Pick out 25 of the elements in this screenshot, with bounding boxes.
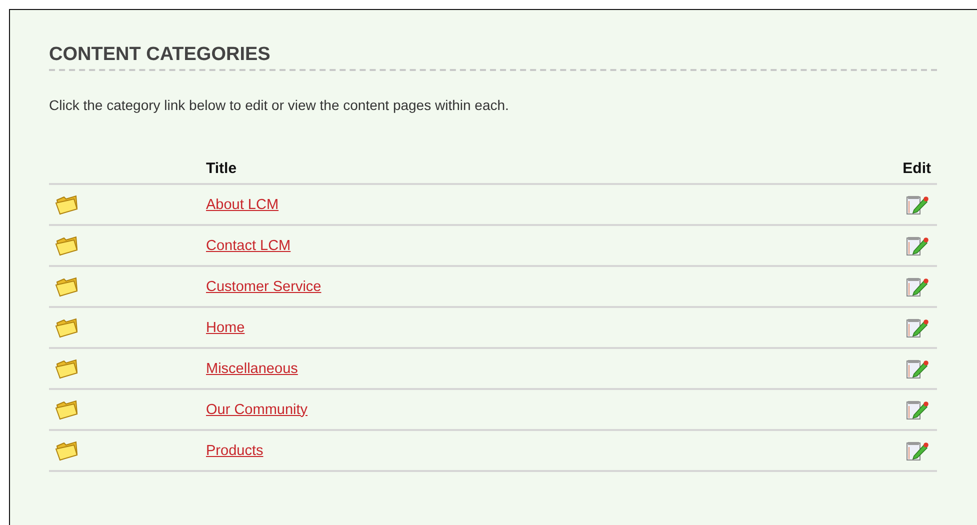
folder-icon — [55, 400, 79, 420]
column-header: Title — [206, 160, 237, 177]
edit-icon[interactable] — [905, 316, 929, 338]
category-link[interactable]: Contact LCM — [206, 238, 291, 254]
folder-icon — [55, 318, 79, 338]
folder-icon — [55, 276, 79, 296]
category-link[interactable]: Miscellaneous — [206, 360, 298, 376]
edit-icon[interactable] — [905, 194, 929, 216]
folder-icon — [55, 440, 79, 460]
edit-icon[interactable] — [905, 440, 929, 462]
category-link[interactable]: About LCM — [206, 196, 279, 212]
category-link[interactable]: Home — [206, 320, 245, 336]
edit-icon[interactable] — [905, 234, 929, 256]
folder-icon — [55, 194, 79, 214]
category-link[interactable]: Customer Service — [206, 278, 322, 294]
folder-icon — [55, 236, 79, 256]
category-link[interactable]: Our Community — [206, 402, 308, 418]
category-link[interactable]: Products — [206, 442, 264, 458]
folder-icon — [55, 358, 79, 378]
column-header: Edit — [902, 160, 931, 177]
edit-icon[interactable] — [905, 358, 929, 380]
section-heading: CONTENT CATEGORIES — [49, 44, 937, 71]
intro-text: Click the category link below to edit or view the content pages within each. — [49, 97, 510, 113]
edit-icon[interactable] — [905, 276, 929, 298]
edit-icon[interactable] — [905, 398, 929, 420]
